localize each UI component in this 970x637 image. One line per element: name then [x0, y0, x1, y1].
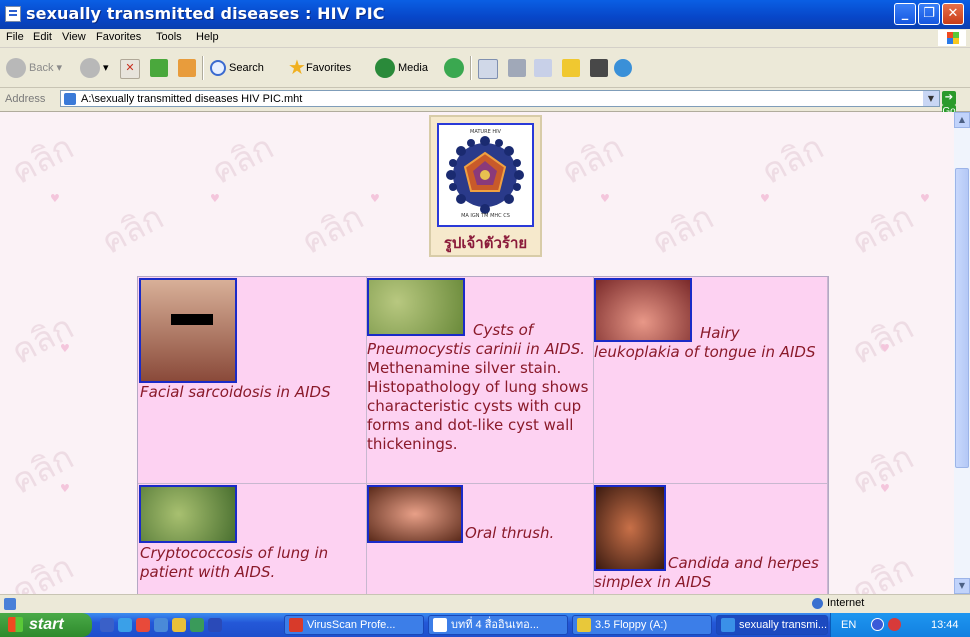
quicklaunch-mcafee-icon[interactable]	[136, 618, 150, 632]
address-value: A:\sexually transmitted diseases HIV PIC…	[81, 93, 303, 105]
maximize-button[interactable]: ❐	[918, 3, 940, 25]
windows-flag-icon	[8, 617, 23, 633]
gallery-caption: Cysts of Pneumocystis carinii in AIDS. M…	[367, 321, 589, 453]
media-button[interactable]: Media	[375, 56, 428, 80]
menu-favorites[interactable]: Favorites	[96, 31, 141, 43]
hiv-hero-card[interactable]: MATURE HIV MA IGN TM MHC CS รูปเจ้าตัวร้…	[429, 115, 542, 257]
quicklaunch-media-icon[interactable]	[172, 618, 186, 632]
close-button[interactable]: ✕	[942, 3, 964, 25]
quicklaunch-word-icon[interactable]	[208, 618, 222, 632]
virusscan-icon	[289, 618, 303, 632]
media-icon	[375, 58, 395, 79]
quicklaunch-ie-icon[interactable]	[118, 618, 132, 632]
ie-page-icon	[5, 6, 21, 22]
folder-icon[interactable]	[562, 59, 580, 77]
home-icon[interactable]	[178, 59, 196, 77]
menu-file[interactable]: File	[6, 31, 24, 43]
windows-flag-icon	[938, 30, 966, 46]
gallery-cell: Facial sarcoidosis in AIDS	[138, 277, 367, 484]
scroll-up-button[interactable]: ▲	[954, 112, 970, 128]
scroll-down-button[interactable]: ▼	[954, 578, 970, 594]
address-input[interactable]: A:\sexually transmitted diseases HIV PIC…	[60, 90, 940, 107]
menu-edit[interactable]: Edit	[33, 31, 52, 43]
search-button[interactable]: Search	[210, 56, 264, 80]
gallery-cell: Hairy leukoplakia of tongue in AIDS	[594, 277, 828, 484]
mail-icon[interactable]	[478, 59, 498, 79]
gallery-caption: Hairy leukoplakia of tongue in AIDS	[594, 324, 816, 361]
system-tray: EN 13:44	[830, 613, 970, 637]
facial-sarcoidosis-image[interactable]	[139, 278, 237, 383]
page-icon	[64, 93, 76, 105]
forward-button[interactable]: ▾	[80, 56, 109, 80]
ie-icon	[721, 618, 735, 632]
edit-icon[interactable]	[534, 59, 552, 77]
tray-arrow-icon[interactable]	[871, 618, 884, 631]
research-icon[interactable]	[590, 59, 608, 77]
start-button[interactable]: start	[0, 613, 92, 637]
gallery-cell: Oral thrush.	[367, 484, 594, 594]
taskbar-item-floppy[interactable]: 3.5 Floppy (A:)	[572, 615, 712, 635]
page-content: คลิก คลิก คลิก คลิก คลิก คลิก คลิก คลิก …	[0, 112, 954, 594]
menu-bar: File Edit View Favorites Tools Help	[0, 29, 970, 48]
status-bar: Internet	[0, 594, 970, 613]
favorites-button[interactable]: ★Favorites	[288, 56, 351, 80]
oral-thrush-image[interactable]	[367, 485, 463, 543]
gallery-caption: Facial sarcoidosis in AIDS	[140, 383, 331, 401]
page-done-icon	[4, 598, 16, 610]
address-label: Address	[5, 93, 46, 105]
print-icon[interactable]	[508, 59, 526, 77]
minimize-button[interactable]: _	[894, 3, 916, 25]
language-indicator[interactable]: EN	[841, 619, 856, 631]
go-arrow-icon: ➔	[942, 91, 956, 105]
stop-icon[interactable]: ✕	[120, 59, 140, 79]
messenger-icon[interactable]	[614, 59, 632, 77]
taskbar: start VirusScan Profe... บทที่ 4 สื่ออิน…	[0, 613, 970, 637]
quicklaunch-desktop-icon[interactable]	[100, 618, 114, 632]
gallery-cell: Cysts of Pneumocystis carinii in AIDS. M…	[367, 277, 594, 484]
quicklaunch-app-icon[interactable]	[190, 618, 204, 632]
taskbar-item-browser[interactable]: sexually transmi...	[716, 615, 828, 635]
menu-view[interactable]: View	[62, 31, 86, 43]
address-bar: Address A:\sexually transmitted diseases…	[0, 88, 970, 119]
vertical-scrollbar[interactable]: ▲ ▼	[954, 112, 970, 594]
gallery-caption: Candida and herpes simplex in AIDS	[594, 554, 819, 591]
back-button[interactable]: Back ▾	[6, 56, 62, 80]
hiv-virion-illustration	[446, 136, 524, 214]
folder-icon	[577, 618, 591, 632]
gallery-cell: Candida and herpes simplex in AIDS	[594, 484, 828, 594]
gallery-caption: Cryptococcosis of lung in patient with A…	[140, 544, 329, 581]
hiv-virus-image[interactable]: MATURE HIV MA IGN TM MHC CS	[437, 123, 534, 227]
tray-antivirus-icon[interactable]	[888, 618, 901, 631]
gallery-cell: Cryptococcosis of lung in patient with A…	[138, 484, 367, 594]
search-icon	[210, 60, 226, 77]
gallery-table: Facial sarcoidosis in AIDS Cysts of Pneu…	[137, 276, 829, 594]
gallery-caption: Oral thrush.	[465, 524, 555, 542]
scroll-thumb[interactable]	[955, 168, 969, 468]
history-icon[interactable]	[444, 58, 464, 78]
hero-image-legend: MA IGN TM MHC CS	[461, 213, 510, 219]
security-zone: Internet	[812, 597, 864, 609]
cryptococcosis-image[interactable]	[139, 485, 237, 543]
standard-toolbar: Back ▾ ▾ ✕ Search ★Favorites Media	[0, 48, 970, 88]
globe-icon	[812, 597, 823, 609]
toolbar-separator	[202, 56, 204, 80]
title-bar[interactable]: sexually transmitted diseases : HIV PIC …	[0, 0, 970, 29]
menu-help[interactable]: Help	[196, 31, 219, 43]
clock[interactable]: 13:44	[931, 619, 959, 631]
menu-tools[interactable]: Tools	[156, 31, 182, 43]
hero-caption: รูปเจ้าตัวร้าย	[443, 234, 528, 252]
word-icon	[433, 618, 447, 632]
quicklaunch-explorer-icon[interactable]	[154, 618, 168, 632]
taskbar-item-word-doc[interactable]: บทที่ 4 สื่ออินเทอ...	[428, 615, 568, 635]
back-arrow-icon	[6, 58, 26, 79]
toolbar-separator	[470, 56, 472, 80]
star-icon: ★	[288, 57, 306, 80]
taskbar-item-virusscan[interactable]: VirusScan Profe...	[284, 615, 424, 635]
forward-arrow-icon	[80, 58, 100, 79]
refresh-icon[interactable]	[150, 59, 168, 77]
chevron-down-icon[interactable]: ▼	[923, 91, 939, 106]
window-title: sexually transmitted diseases : HIV PIC	[26, 4, 385, 23]
